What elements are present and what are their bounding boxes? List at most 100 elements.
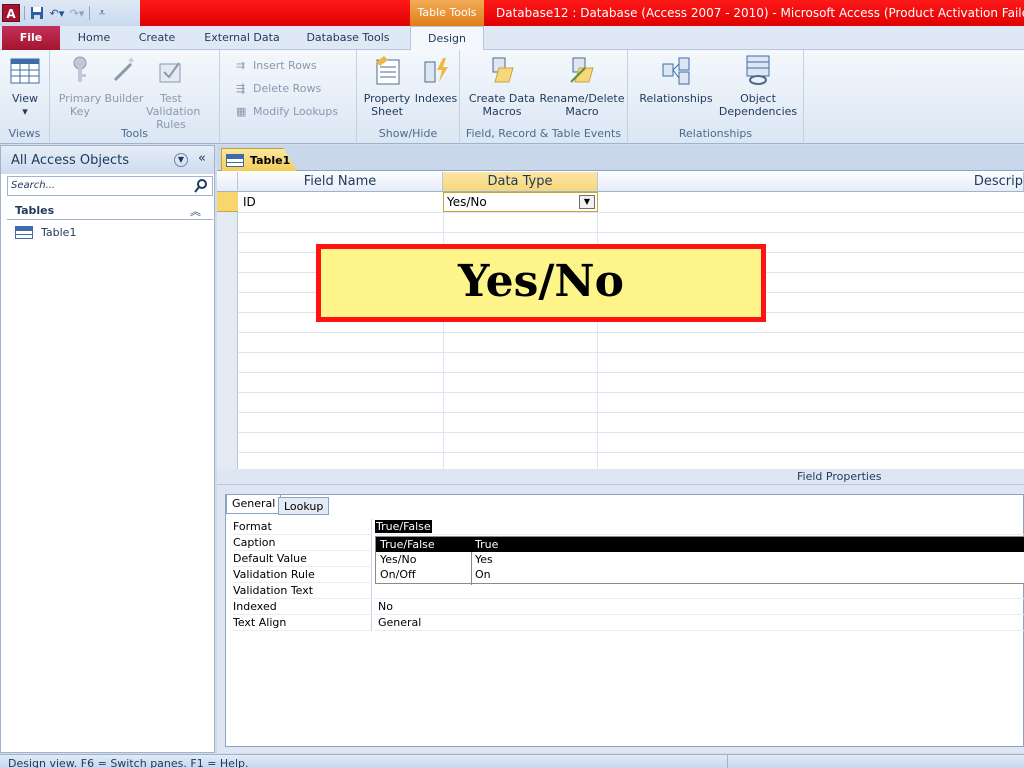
description-header[interactable]: Descrip bbox=[598, 172, 1024, 192]
document-area: Table1 Field Name Data Type Descrip ID Y… bbox=[217, 145, 1024, 753]
rename-macro-icon bbox=[570, 57, 594, 83]
object-dependencies-label: Object Dependencies bbox=[718, 92, 798, 118]
views-group: View ▾ Views bbox=[0, 50, 50, 142]
indexes-button[interactable]: Indexes bbox=[413, 54, 459, 105]
property-value[interactable] bbox=[375, 583, 1024, 599]
format-option-example: True bbox=[475, 538, 499, 551]
view-button[interactable]: View ▾ bbox=[4, 54, 46, 118]
property-value[interactable]: No bbox=[375, 599, 1024, 615]
undo-icon[interactable]: ↶▾ bbox=[49, 5, 65, 21]
ribbon-tabs: File Home Create External Data Database … bbox=[0, 26, 1024, 51]
tab-general[interactable]: General bbox=[226, 494, 282, 514]
access-app-icon[interactable]: A bbox=[2, 4, 20, 22]
tab-design[interactable]: Design bbox=[410, 26, 484, 51]
grid-line bbox=[238, 372, 1024, 373]
search-input[interactable]: Search... bbox=[7, 176, 213, 196]
redo-icon[interactable]: ↷▾ bbox=[69, 5, 85, 21]
object-dependencies-button[interactable]: Object Dependencies bbox=[716, 54, 800, 118]
current-row-selector[interactable] bbox=[217, 192, 238, 212]
grid-line bbox=[238, 412, 1024, 413]
navigation-pane: All Access Objects ▼ « Search... Tables … bbox=[0, 145, 215, 753]
create-data-macros-button[interactable]: Create Data Macros bbox=[468, 54, 536, 118]
rename-delete-macro-button[interactable]: Rename/Delete Macro bbox=[538, 54, 626, 118]
field-properties-label: Field Properties bbox=[217, 469, 1024, 485]
builder-button[interactable]: ✦ Builder bbox=[102, 54, 146, 105]
row-selector-column[interactable] bbox=[217, 192, 238, 469]
format-option[interactable]: True/False True bbox=[376, 537, 1024, 552]
property-row-format[interactable]: Format True/False bbox=[233, 519, 1024, 535]
grid-divider bbox=[597, 192, 598, 469]
row-selector-header[interactable] bbox=[217, 172, 238, 192]
property-sheet-icon bbox=[376, 56, 400, 85]
property-row-validation-text[interactable]: Validation Text bbox=[233, 583, 1024, 599]
test-validation-label: Test Validation Rules bbox=[146, 92, 201, 131]
view-icon bbox=[10, 58, 40, 84]
field-name-header[interactable]: Field Name bbox=[238, 172, 443, 192]
format-selected-value: True/False bbox=[375, 520, 432, 533]
indexes-icon bbox=[424, 58, 448, 83]
tab-file[interactable]: File bbox=[2, 26, 60, 50]
tab-lookup[interactable]: Lookup bbox=[278, 497, 330, 515]
data-type-select[interactable]: Yes/No ▼ bbox=[443, 192, 598, 212]
tab-home[interactable]: Home bbox=[68, 26, 120, 50]
property-row-indexed[interactable]: Indexed No bbox=[233, 599, 1024, 615]
modify-lookups-icon: ▦ bbox=[236, 105, 247, 118]
field-properties-area: General Lookup Format True/False Caption… bbox=[217, 485, 1024, 753]
delete-rows-label: Delete Rows bbox=[253, 81, 322, 95]
create-macro-icon bbox=[492, 57, 514, 83]
relationships-group-label: Relationships bbox=[678, 127, 753, 140]
qat-separator bbox=[89, 6, 90, 20]
grid-divider bbox=[443, 192, 444, 469]
tab-create[interactable]: Create bbox=[128, 26, 186, 50]
save-icon[interactable] bbox=[29, 5, 45, 21]
property-value[interactable]: General bbox=[375, 615, 1024, 631]
qat-separator bbox=[24, 6, 25, 20]
grid-line bbox=[238, 352, 1024, 353]
dropdown-arrow-icon[interactable]: ▼ bbox=[579, 195, 595, 209]
show-hide-group-label: Show/Hide bbox=[378, 127, 438, 140]
format-option[interactable]: On/Off On bbox=[376, 567, 1024, 582]
tab-database-tools[interactable]: Database Tools bbox=[296, 26, 400, 50]
property-row-text-align[interactable]: Text Align General bbox=[233, 615, 1024, 631]
modify-lookups-button[interactable]: ▦ Modify Lookups bbox=[236, 102, 338, 120]
shutter-bar-close-icon[interactable]: « bbox=[198, 151, 206, 166]
nav-item-table1[interactable]: Table1 bbox=[15, 224, 76, 240]
quick-access-toolbar: A ↶▾ ↷▾ ⩡ bbox=[0, 0, 140, 26]
chevron-down-icon[interactable]: ▼ bbox=[174, 153, 188, 167]
property-value[interactable]: True/False bbox=[375, 519, 1024, 535]
field-properties-panel: General Lookup Format True/False Caption… bbox=[225, 494, 1024, 747]
property-label: Indexed bbox=[233, 599, 372, 615]
insert-rows-label: Insert Rows bbox=[253, 58, 317, 72]
format-option-name: Yes/No bbox=[380, 553, 417, 566]
view-label: View bbox=[11, 92, 39, 105]
delete-rows-button[interactable]: ⇶ Delete Rows bbox=[236, 79, 321, 97]
search-placeholder: Search... bbox=[11, 180, 56, 191]
primary-key-button[interactable]: Primary Key bbox=[58, 54, 102, 118]
insert-rows-button[interactable]: ⇉ Insert Rows bbox=[236, 56, 317, 74]
property-sheet-button[interactable]: Property Sheet bbox=[361, 54, 413, 118]
views-group-label: Views bbox=[8, 127, 41, 140]
format-option-example: On bbox=[475, 568, 491, 581]
test-validation-button[interactable]: Test Validation Rules bbox=[146, 54, 200, 131]
relationships-label: Relationships bbox=[639, 92, 713, 105]
property-label: Validation Text bbox=[233, 583, 372, 599]
customize-qat-icon[interactable]: ⩡ bbox=[94, 5, 110, 21]
chevron-up-icon[interactable]: ︽ bbox=[190, 203, 201, 219]
data-type-header[interactable]: Data Type bbox=[443, 172, 598, 192]
data-type-value: Yes/No bbox=[447, 195, 487, 209]
navigation-pane-header[interactable]: All Access Objects ▼ « bbox=[1, 146, 214, 174]
document-tab-table1[interactable]: Table1 bbox=[221, 148, 297, 171]
nav-group-tables[interactable]: Tables ︽ bbox=[7, 202, 213, 220]
grid-line bbox=[238, 332, 1024, 333]
rename-delete-macro-label: Rename/Delete Macro bbox=[539, 92, 625, 118]
search-icon[interactable] bbox=[193, 178, 209, 194]
svg-text:✦: ✦ bbox=[127, 56, 135, 67]
insert-rows-icon: ⇉ bbox=[236, 59, 246, 72]
format-option[interactable]: Yes/No Yes bbox=[376, 552, 1024, 567]
field-name-cell[interactable]: ID bbox=[243, 192, 256, 212]
property-label: Format bbox=[233, 519, 372, 535]
title-bar-highlight bbox=[140, 0, 410, 26]
tab-external-data[interactable]: External Data bbox=[196, 26, 288, 50]
relationships-icon bbox=[662, 57, 690, 85]
relationships-button[interactable]: Relationships bbox=[634, 54, 718, 105]
